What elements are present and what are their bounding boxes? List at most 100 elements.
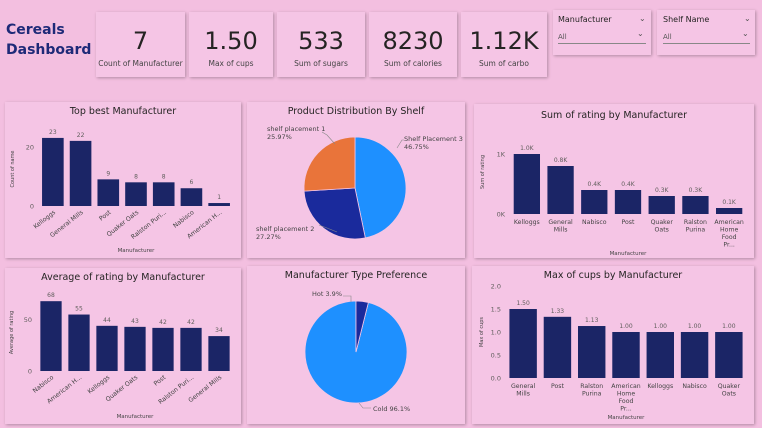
slicer-shelf-name[interactable]: Shelf Name ⌄ All ⌄ (657, 10, 755, 55)
x-tick-label: Nabisco (172, 209, 196, 230)
data-label: 1.00 (654, 323, 668, 330)
bar (152, 182, 175, 206)
slicer-dropdown[interactable]: All (558, 30, 646, 44)
x-axis-title: Manufacturer (610, 251, 648, 257)
data-label: 8 (162, 173, 166, 180)
bar (124, 326, 146, 371)
kpi-card-max-cups: 1.50 Max of cups (189, 12, 273, 77)
kpi-label: Sum of calories (384, 59, 442, 68)
x-tick-label: Kelloggs (647, 383, 673, 390)
chart-card-rating-sum: Sum of rating by Manufacturer 0K 1K 1.0K Ke… (474, 104, 754, 258)
kpi-card-sum-carbo: 1.12K Sum of carbo (461, 12, 547, 77)
y-tick-label: 0.0 (491, 375, 501, 383)
x-tick-label: General Mills (511, 383, 536, 398)
data-label: 22 (77, 132, 85, 139)
chevron-down-icon[interactable]: ⌄ (639, 14, 646, 23)
bar (96, 325, 118, 371)
y-tick-label: 0K (497, 211, 506, 219)
kpi-label: Count of Manufacturer (98, 59, 183, 68)
slice-percent: 25.97% (267, 133, 292, 141)
bar (614, 190, 642, 214)
pie-chart-type: Cold 96.1% Hot 3.9% (304, 290, 410, 413)
x-tick-label: Post (153, 374, 168, 388)
bar (42, 137, 64, 206)
data-label: 1.0K (520, 145, 535, 152)
y-tick-label: 20 (26, 143, 34, 151)
kpi-value: 7 (132, 27, 149, 55)
slice-label: Shelf Placement 3 (404, 135, 463, 143)
data-label: 68 (47, 292, 55, 299)
data-label: 1.50 (516, 300, 530, 307)
data-label: 1.33 (551, 308, 565, 315)
data-label: 1.00 (722, 323, 736, 330)
chart-card-cups-max: Max of cups by Manufacturer 0.0 0.5 1.0 1.5… (472, 266, 754, 424)
chevron-down-icon[interactable]: ⌄ (742, 29, 749, 38)
data-label: 0.4K (588, 181, 603, 188)
bar (578, 326, 606, 378)
x-tick-label: Quaker Oats (651, 219, 674, 234)
title-line-2: Dashboard (6, 42, 92, 58)
data-label: 42 (159, 319, 167, 326)
bar-chart-cups-max: 0.0 0.5 1.0 1.5 2.0 1.50 General Mills 1.33 Post 1… (479, 283, 743, 421)
data-label: 23 (49, 129, 57, 136)
data-label: 6 (190, 179, 194, 186)
bar (547, 166, 574, 214)
y-tick-label: 1.0 (491, 329, 501, 337)
slice-percent: 46.75% (404, 143, 429, 151)
x-axis-title: Manufacturer (118, 248, 156, 254)
slice-label: shelf placement 2 (256, 225, 314, 233)
bar (513, 154, 541, 214)
kpi-card-manufacturer-count: 7 Count of Manufacturer (96, 12, 185, 77)
y-tick-label: 0 (30, 203, 34, 211)
y-axis-title: Sum of rating (480, 155, 486, 189)
pie-slice (354, 136, 407, 239)
bar (180, 188, 203, 206)
slicer-manufacturer[interactable]: Manufacturer ⌄ All ⌄ (553, 10, 651, 55)
pie-chart-shelf: Shelf Placement 346.75% shelf placement 2… (256, 125, 463, 241)
leader-line (321, 131, 336, 145)
chevron-down-icon[interactable]: ⌄ (744, 14, 751, 23)
slicer-label: Manufacturer (558, 15, 612, 24)
y-tick-label: 0 (28, 368, 32, 376)
y-tick-label: 1.5 (491, 306, 501, 314)
x-tick-label: Ralston Purina (580, 383, 603, 398)
data-label: 1 (217, 194, 221, 201)
x-tick-label: General Mills (548, 219, 573, 234)
x-tick-label: Kelloggs (514, 219, 540, 226)
data-label: 0.4K (621, 181, 636, 188)
data-label: 34 (215, 327, 223, 334)
kpi-label: Sum of carbo (479, 59, 529, 68)
bar (680, 332, 709, 378)
slice-label: Hot 3.9% (312, 290, 342, 298)
chevron-down-icon[interactable]: ⌄ (637, 29, 644, 38)
bar (648, 196, 675, 214)
kpi-label: Max of cups (208, 59, 254, 68)
y-axis-title: Count of name (10, 150, 16, 187)
slicer-dropdown[interactable]: All (663, 30, 750, 44)
bar (68, 314, 90, 371)
x-tick-label: Kelloggs (32, 209, 57, 230)
y-tick-label: 50 (24, 316, 32, 324)
data-label: 42 (187, 319, 195, 326)
pie-slice (303, 136, 356, 192)
slice-percent: 27.27% (256, 233, 281, 241)
y-axis-title: Max of cups (479, 317, 485, 347)
data-label: 44 (103, 317, 111, 324)
x-tick-label: American Home Food Pr... (611, 383, 641, 413)
x-tick-label: Post (98, 209, 113, 223)
data-label: 0.3K (689, 187, 704, 194)
bar (509, 309, 537, 378)
x-axis-title: Manufacturer (117, 414, 155, 420)
x-tick-label: Quaker Oats (718, 383, 741, 398)
title-line-1: Cereals (6, 22, 65, 38)
slice-label: shelf placement 1 (267, 125, 325, 133)
data-label: 0.1K (722, 199, 737, 206)
y-axis-title: Average of rating (9, 311, 15, 354)
x-axis-title: Manufacturer (608, 415, 646, 421)
bar (208, 336, 230, 371)
data-label: 1.00 (619, 323, 633, 330)
kpi-value: 8230 (382, 27, 444, 55)
bar-chart-rating-sum: 0K 1K 1.0K Kelloggs 0.8K General Mills 0.4K Nabi… (480, 145, 744, 257)
y-tick-label: 0.5 (491, 352, 501, 360)
kpi-card-sum-sugars: 533 Sum of sugars (277, 12, 365, 77)
